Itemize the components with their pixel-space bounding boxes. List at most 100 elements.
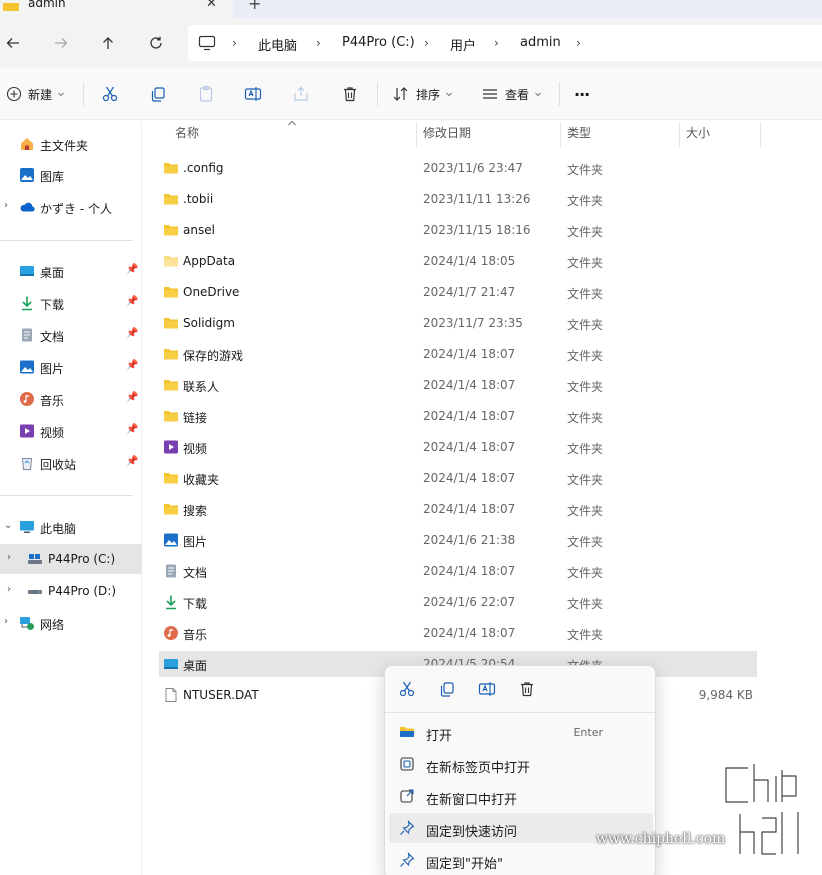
breadcrumb-item[interactable]: admin [520,35,561,50]
file-row[interactable]: 文档 2024/1/4 18:07 文件夹 [159,558,757,584]
expand-chevron-icon[interactable]: › [7,584,11,595]
sidebar-item-downloads[interactable]: 下载 📌 [0,288,142,318]
rename-button[interactable] [476,678,498,700]
column-header-type[interactable]: 类型 [567,124,591,148]
file-row[interactable]: ansel 2023/11/15 18:16 文件夹 [159,217,757,243]
menu-item-open[interactable]: 打开 Enter [389,717,653,747]
file-date: 2024/1/6 21:38 [423,533,516,547]
rename-button[interactable] [244,82,262,106]
folder-icon [163,222,179,238]
toolbar-divider [83,82,84,106]
tab-admin[interactable]: admin ✕ [0,0,233,18]
sidebar-item-this-pc[interactable]: ⌄ 此电脑 [0,512,142,542]
paste-button[interactable] [197,82,215,106]
file-row[interactable]: 联系人 2024/1/4 18:07 文件夹 [159,372,757,398]
expand-chevron-icon[interactable]: › [4,200,8,211]
share-button[interactable] [292,82,310,106]
new-button[interactable]: 新建 [6,82,66,106]
breadcrumb-chevron-icon[interactable]: › [576,36,581,50]
breadcrumb-item[interactable]: 用户 [450,35,476,54]
file-row[interactable]: .tobii 2023/11/11 13:26 文件夹 [159,186,757,212]
column-header-name[interactable]: 名称 [175,124,199,148]
more-options-button[interactable]: ··· [574,82,590,106]
file-row[interactable]: 保存的游戏 2024/1/4 18:07 文件夹 [159,341,757,367]
sidebar-item-recycle-bin[interactable]: 回收站 📌 [0,448,142,478]
copy-button[interactable] [149,82,167,106]
breadcrumb-item[interactable]: P44Pro (C:) [342,35,415,50]
pin-icon[interactable]: 📌 [126,296,138,307]
sidebar-item-drive-d[interactable]: › P44Pro (D:) [0,576,142,606]
sidebar-item-pictures[interactable]: 图片 📌 [0,352,142,382]
tab-title: admin [28,0,66,10]
expand-chevron-icon[interactable]: › [4,616,8,627]
menu-item-open-new-window[interactable]: 在新窗口中打开 [389,781,653,811]
scissors-icon [399,681,415,697]
column-divider[interactable] [760,122,761,148]
refresh-button[interactable] [145,32,167,54]
pin-icon[interactable]: 📌 [126,424,138,435]
new-tab-button[interactable]: + [248,0,261,13]
sidebar-item-documents[interactable]: 文档 📌 [0,320,142,350]
file-row[interactable]: 收藏夹 2024/1/4 18:07 文件夹 [159,465,757,491]
column-header-date[interactable]: 修改日期 [423,124,471,148]
folder-icon [163,346,179,362]
file-row[interactable]: 视频 2024/1/4 18:07 文件夹 [159,434,757,460]
collapse-chevron-icon[interactable]: ⌄ [4,520,12,531]
column-divider[interactable] [560,122,561,148]
clipboard-icon [199,85,213,102]
desktop-icon [19,263,35,279]
sidebar-item-videos[interactable]: 视频 📌 [0,416,142,446]
sidebar-item-drive-c[interactable]: › P44Pro (C:) [0,544,142,574]
pictures-icon [19,359,35,375]
sidebar-divider [0,495,133,496]
menu-item-open-new-tab[interactable]: 在新标签页中打开 [389,749,653,779]
file-type: 文件夹 [567,256,604,270]
sidebar-item-network[interactable]: › 网络 [0,608,142,638]
file-row[interactable]: 搜索 2024/1/4 18:07 文件夹 [159,496,757,522]
delete-button[interactable] [341,82,359,106]
copy-button[interactable] [436,678,458,700]
forward-button[interactable] [50,32,72,54]
view-button[interactable]: 查看 [481,82,543,106]
scissors-icon [102,86,118,102]
file-row[interactable]: 链接 2024/1/4 18:07 文件夹 [159,403,757,429]
sidebar-item-gallery[interactable]: 图库 [0,160,142,190]
sidebar-item-onedrive[interactable]: › かずき - 个人 [0,192,142,222]
rename-icon [244,87,262,101]
file-row[interactable]: 下载 2024/1/6 22:07 文件夹 [159,589,757,615]
up-button[interactable] [97,32,119,54]
pin-icon[interactable]: 📌 [126,360,138,371]
file-row[interactable]: 音乐 2024/1/4 18:07 文件夹 [159,620,757,646]
pin-icon[interactable]: 📌 [126,392,138,403]
sidebar-item-music[interactable]: 音乐 📌 [0,384,142,414]
back-arrow-icon [6,38,19,48]
sidebar-item-desktop[interactable]: 桌面 📌 [0,256,142,286]
download-icon [19,295,35,311]
sidebar-item-home[interactable]: 主文件夹 [0,129,142,159]
sort-button[interactable]: 排序 [392,82,454,106]
menu-item-pin-start[interactable]: 固定到"开始" [389,845,653,875]
file-type: 文件夹 [567,473,604,487]
file-name: Solidigm [183,316,235,330]
pin-icon[interactable]: 📌 [126,328,138,339]
file-row[interactable]: .config 2023/11/6 23:47 文件夹 [159,155,757,181]
expand-chevron-icon[interactable]: › [7,552,11,563]
file-date: 2024/1/7 21:47 [423,285,516,299]
close-icon[interactable]: ✕ [206,0,217,11]
column-header-size[interactable]: 大小 [686,124,710,148]
cut-button[interactable] [396,678,418,700]
file-row[interactable]: OneDrive 2024/1/7 21:47 文件夹 [159,279,757,305]
folder-icon [3,0,19,14]
file-row[interactable]: 图片 2024/1/6 21:38 文件夹 [159,527,757,553]
file-row[interactable]: Solidigm 2023/11/7 23:35 文件夹 [159,310,757,336]
pin-icon[interactable]: 📌 [126,456,138,467]
breadcrumb-item[interactable]: 此电脑 [258,35,297,54]
pin-icon[interactable]: 📌 [126,264,138,275]
column-divider[interactable] [416,122,417,148]
file-row[interactable]: AppData 2024/1/4 18:05 文件夹 [159,248,757,274]
column-divider[interactable] [679,122,680,148]
address-bar[interactable]: › 此电脑 › P44Pro (C:) › 用户 › admin › [188,25,822,61]
back-button[interactable] [2,32,24,54]
cut-button[interactable] [101,82,119,106]
delete-button[interactable] [516,678,538,700]
